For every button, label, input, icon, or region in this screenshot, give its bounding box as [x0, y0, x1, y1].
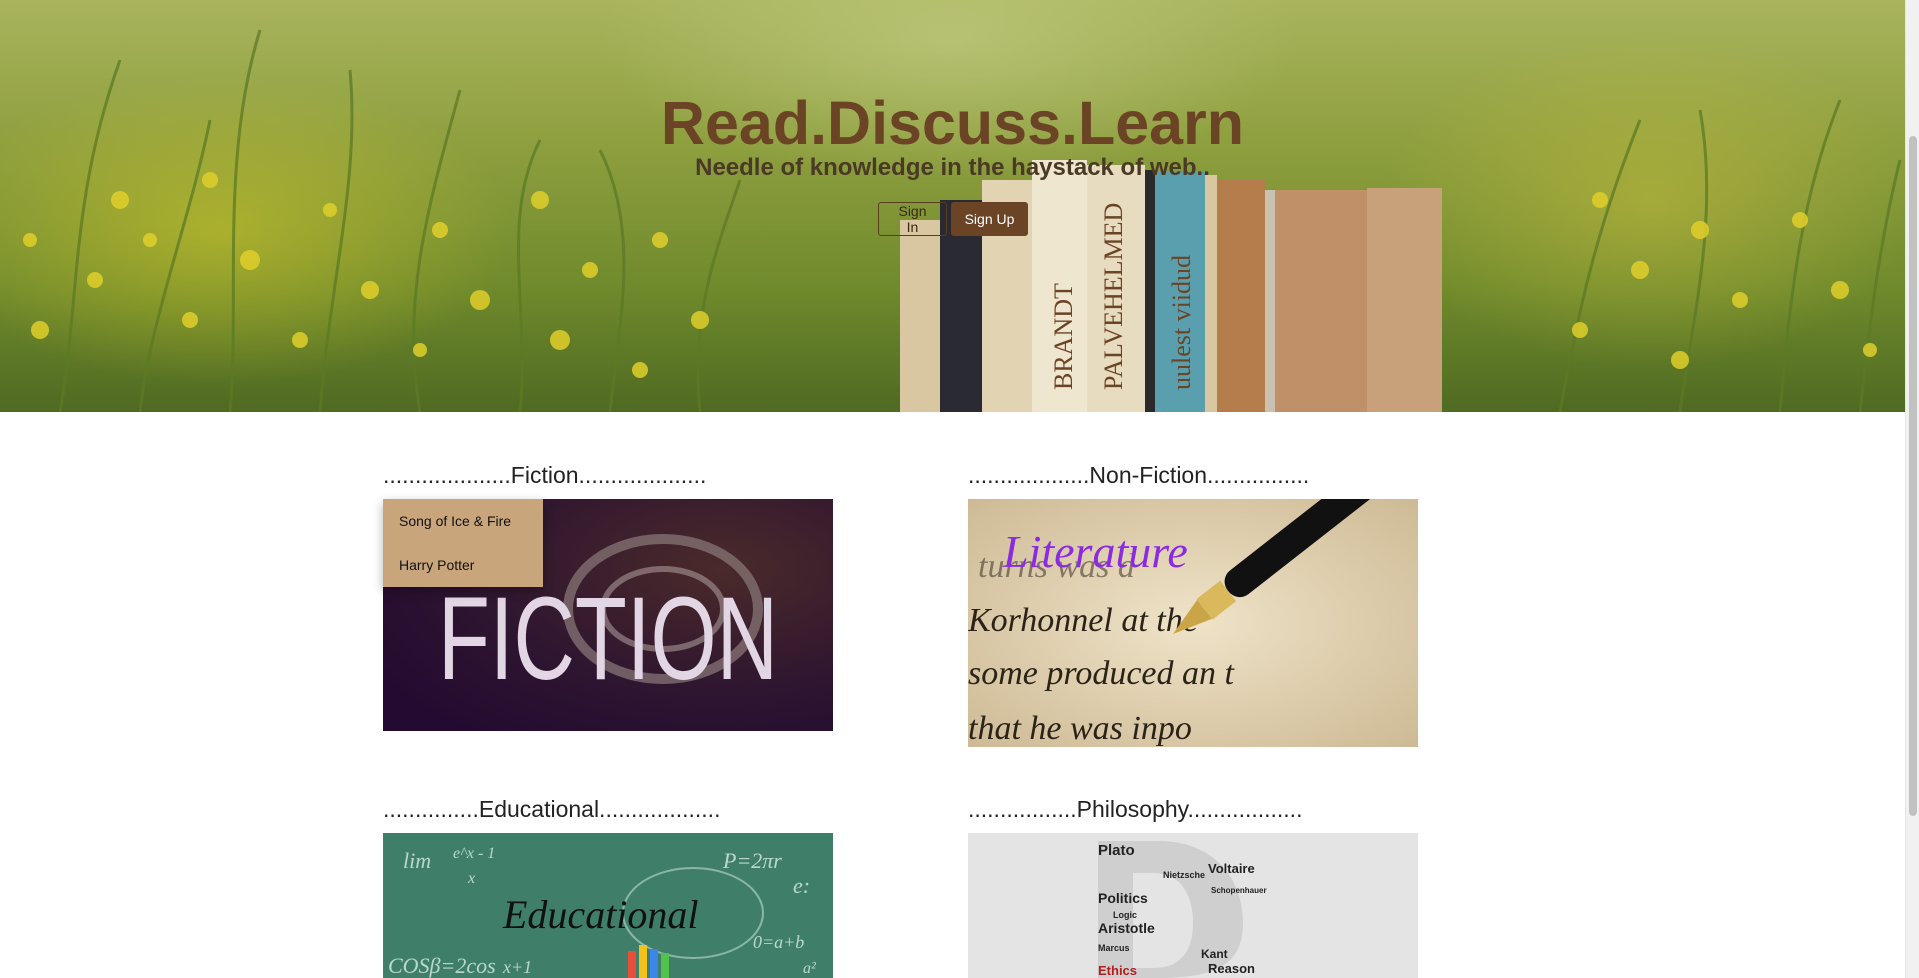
scrollbar-thumb[interactable]	[1909, 136, 1917, 816]
svg-text:Marcus: Marcus	[1098, 943, 1130, 953]
svg-text:Schopenhauer: Schopenhauer	[1211, 886, 1267, 895]
menu-item-song-of-ice-and-fire[interactable]: Song of Ice & Fire	[383, 499, 543, 543]
svg-text:BRANDT: BRANDT	[1049, 283, 1078, 390]
educational-label: Educational	[502, 892, 699, 937]
svg-text:Nietzsche: Nietzsche	[1163, 870, 1205, 880]
svg-text:x+1: x+1	[502, 957, 532, 977]
svg-text:uulest viidud: uulest viidud	[1167, 255, 1196, 390]
page-scrollbar[interactable]	[1905, 0, 1919, 978]
svg-text:Plato: Plato	[1098, 842, 1135, 859]
books-illustration: PALVEHELMED BRANDT uulest viidud	[900, 160, 1442, 412]
svg-text:Aristotle: Aristotle	[1098, 920, 1155, 936]
svg-text:Ethics: Ethics	[1098, 963, 1137, 978]
svg-text:Politics: Politics	[1098, 890, 1148, 906]
svg-text:lim: lim	[403, 848, 431, 873]
svg-text:a²: a²	[803, 960, 817, 977]
fiction-dropdown-menu: Song of Ice & Fire Harry Potter	[383, 499, 543, 587]
svg-text:that he was inpo: that he was inpo	[968, 710, 1192, 747]
literature-label: Literature	[1002, 526, 1188, 577]
svg-text:Logic: Logic	[1113, 910, 1137, 920]
site-title: Read.Discuss.Learn	[660, 89, 1245, 157]
svg-text:0=a+b: 0=a+b	[753, 932, 804, 952]
fiction-image-text: FICTION	[438, 573, 778, 705]
svg-text:some produced an t: some produced an t	[968, 655, 1236, 692]
hero-banner: PALVEHELMED BRANDT uulest viidud Read.Di…	[0, 0, 1905, 412]
fiction-heading: ....................Fiction.............…	[383, 462, 707, 488]
svg-text:e:: e:	[793, 873, 810, 898]
svg-text:Korhonnel at the: Korhonnel at the	[968, 602, 1198, 639]
svg-text:Reason: Reason	[1208, 961, 1255, 976]
sign-up-button[interactable]: Sign Up	[951, 202, 1028, 236]
menu-item-harry-potter[interactable]: Harry Potter	[383, 543, 543, 587]
site-tagline: Needle of knowledge in the haystack of w…	[695, 154, 1210, 181]
non-fiction-heading: ...................Non-Fiction..........…	[968, 462, 1310, 488]
svg-text:PALVEHELMED: PALVEHELMED	[1099, 203, 1128, 390]
philosophy-heading: .................Philosophy.............…	[968, 796, 1303, 822]
educational-heading: ...............Educational..............…	[383, 796, 721, 822]
non-fiction-image[interactable]: turns was d Korhonnel at the some produc…	[968, 499, 1418, 747]
philosophy-image[interactable]: Plato Voltaire Politics Aristotle Schope…	[968, 833, 1418, 978]
svg-text:e^x - 1: e^x - 1	[453, 845, 495, 862]
svg-text:Voltaire: Voltaire	[1208, 861, 1255, 876]
svg-text:COSβ=2cos: COSβ=2cos	[388, 953, 496, 978]
svg-text:Kant: Kant	[1201, 947, 1228, 961]
sign-in-button[interactable]: Sign In	[878, 202, 947, 236]
svg-text:P=2πr: P=2πr	[722, 848, 782, 873]
educational-image[interactable]: lim e^x - 1 x P=2πr e: COSβ=2cos x+1 0=a…	[383, 833, 833, 978]
svg-text:x: x	[467, 870, 475, 887]
